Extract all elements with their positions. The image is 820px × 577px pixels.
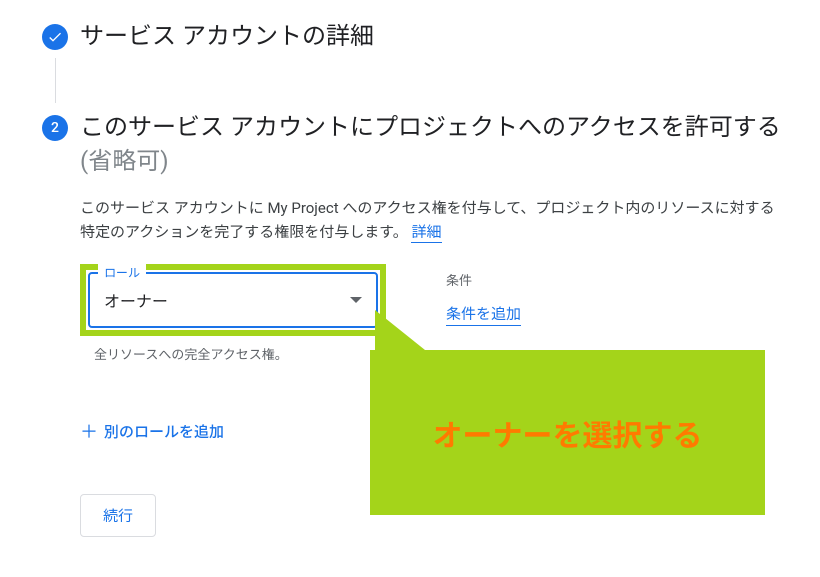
role-helper-text: 全リソースへの完全アクセス権。 — [94, 344, 386, 363]
step2-title-optional: (省略可) — [80, 147, 169, 175]
role-field-label: ロール — [98, 264, 146, 281]
plus-icon: ＋ — [80, 418, 98, 444]
continue-button[interactable]: 続行 — [80, 494, 156, 537]
step2-number-icon: 2 — [42, 115, 68, 141]
chevron-down-icon — [350, 297, 362, 303]
step-connector — [55, 58, 56, 103]
step2-title-main: このサービス アカウントにプロジェクトへのアクセスを許可する — [80, 113, 781, 141]
add-role-label: 別のロールを追加 — [104, 421, 224, 442]
step1-title: サービス アカウントの詳細 — [80, 20, 374, 54]
annotation-pointer — [375, 310, 425, 350]
role-dropdown[interactable]: ロール オーナー — [88, 272, 378, 328]
step2-title: このサービス アカウントにプロジェクトへのアクセスを許可する (省略可) — [80, 111, 790, 178]
learn-more-link[interactable]: 詳細 — [411, 223, 441, 243]
role-value: オーナー — [104, 288, 350, 312]
annotation-callout: オーナーを選択する — [370, 350, 765, 515]
add-another-role-button[interactable]: ＋ 別のロールを追加 — [80, 418, 224, 444]
step-done-icon — [42, 24, 68, 50]
annotation-text: オーナーを選択する — [433, 411, 703, 455]
condition-label: 条件 — [446, 270, 521, 289]
step2-description: このサービス アカウントに My Project へのアクセス権を付与して、プロ… — [80, 196, 780, 244]
add-condition-link[interactable]: 条件を追加 — [446, 305, 521, 326]
role-highlight: ロール オーナー — [80, 264, 386, 336]
